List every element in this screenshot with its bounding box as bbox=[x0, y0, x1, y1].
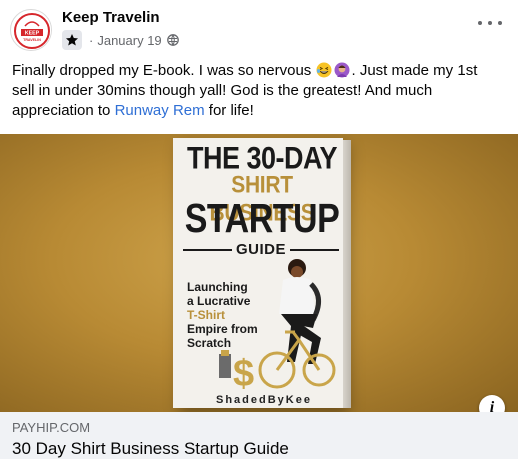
page-avatar[interactable]: KEEP TRAVELIN bbox=[10, 9, 52, 51]
grinning-squinting-face-emoji bbox=[316, 62, 332, 78]
post-text: Finally dropped my E-book. I was so nerv… bbox=[12, 61, 512, 121]
post-date[interactable]: January 19 bbox=[97, 33, 161, 48]
post-image[interactable]: THE 30-DAY SHIRT BUSINESS STARTUP GUIDE … bbox=[0, 134, 518, 412]
link-title[interactable]: 30 Day Shirt Business Startup Guide bbox=[12, 439, 289, 459]
link-domain: PAYHIP.COM bbox=[12, 420, 91, 435]
star-badge-icon[interactable] bbox=[62, 30, 82, 50]
book-spine bbox=[343, 140, 351, 408]
post-text-segment: for life! bbox=[204, 102, 254, 119]
cover-guide-word: GUIDE bbox=[236, 241, 287, 258]
svg-text:TRAVELIN: TRAVELIN bbox=[23, 38, 41, 42]
cover-photo-illustration: $ bbox=[219, 259, 336, 393]
book-mockup: THE 30-DAY SHIRT BUSINESS STARTUP GUIDE … bbox=[173, 138, 351, 410]
post-meta: · January 19 bbox=[62, 30, 179, 50]
post-text-segment: . Just made my 1st bbox=[351, 62, 478, 79]
more-options-icon[interactable] bbox=[478, 15, 502, 31]
post-text-line-3: appreciation to Runway Rem for life! bbox=[12, 101, 512, 121]
link-preview[interactable]: PAYHIP.COM 30 Day Shirt Business Startup… bbox=[0, 412, 518, 459]
book-cover: THE 30-DAY SHIRT BUSINESS STARTUP GUIDE … bbox=[173, 138, 343, 408]
post-header: KEEP TRAVELIN Keep Travelin · January 19 bbox=[0, 0, 518, 58]
person-gesturing-emoji bbox=[334, 62, 350, 78]
mention-link[interactable]: Runway Rem bbox=[115, 102, 205, 119]
cover-title-line-3: STARTUP bbox=[184, 196, 340, 242]
meta-separator: · bbox=[89, 32, 94, 48]
keep-travelin-logo: KEEP TRAVELIN bbox=[12, 11, 51, 50]
post-text-segment: appreciation to bbox=[12, 102, 115, 119]
post-text-line-2: sell in under 30mins though yall! God is… bbox=[12, 82, 433, 99]
svg-text:KEEP: KEEP bbox=[25, 31, 40, 37]
globe-icon[interactable] bbox=[166, 34, 179, 46]
svg-text:$: $ bbox=[233, 353, 254, 393]
cover-author: ShadedByKee bbox=[216, 394, 312, 406]
post-text-segment: Finally dropped my E-book. I was so nerv… bbox=[12, 62, 312, 79]
page-name[interactable]: Keep Travelin bbox=[62, 9, 160, 26]
cover-guide-banner: GUIDE bbox=[183, 241, 340, 258]
post-text-line-1: Finally dropped my E-book. I was so nerv… bbox=[12, 61, 512, 81]
